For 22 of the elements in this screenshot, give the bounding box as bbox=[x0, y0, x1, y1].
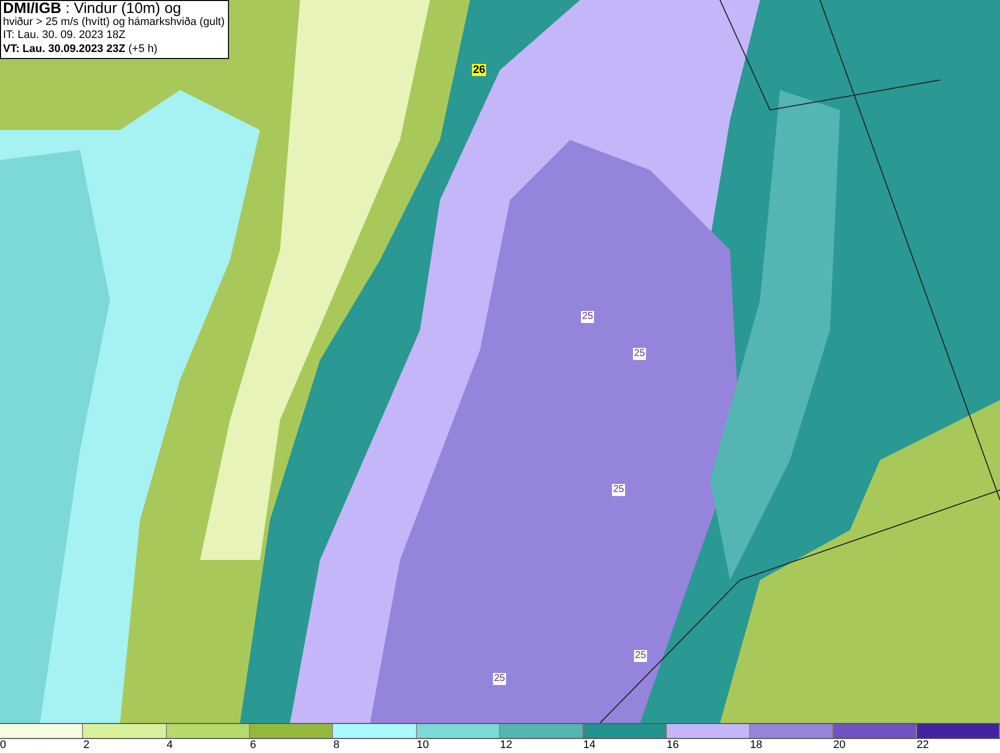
legend-tick-label: 22 bbox=[916, 739, 929, 751]
gust-label: 25 bbox=[634, 650, 648, 662]
legend-tick-label: 8 bbox=[333, 739, 340, 751]
legend-tick-label: 10 bbox=[416, 739, 429, 751]
title-line: DMI/IGB : Vindur (10m) og bbox=[3, 2, 182, 16]
legend-tick-label: 12 bbox=[500, 739, 512, 751]
legend-tick-label: 16 bbox=[666, 739, 679, 751]
max-gust-label: 26 bbox=[472, 64, 486, 76]
gust-label: 25 bbox=[612, 484, 626, 496]
title-line: VT: Lau. 30.09.2023 23Z (+5 h) bbox=[3, 42, 158, 56]
legend-tick-label: 2 bbox=[83, 739, 90, 751]
legend-tick-label: 4 bbox=[166, 739, 173, 751]
gust-label: 25 bbox=[493, 673, 506, 685]
legend-tick-label: 18 bbox=[750, 739, 762, 751]
gust-label: 25 bbox=[581, 311, 594, 323]
gust-label: 25 bbox=[633, 348, 646, 360]
title-line: IT: Lau. 30. 09. 2023 18Z bbox=[3, 29, 126, 42]
legend-tick-label: 20 bbox=[833, 739, 846, 751]
legend-tick-label: 14 bbox=[583, 739, 596, 751]
legend-tick-label: 6 bbox=[250, 739, 256, 751]
legend-tick-label: 0 bbox=[0, 739, 6, 751]
title-line: hviður > 25 m/s (hvítt) og hámarkshviða (gult) bbox=[3, 16, 226, 29]
